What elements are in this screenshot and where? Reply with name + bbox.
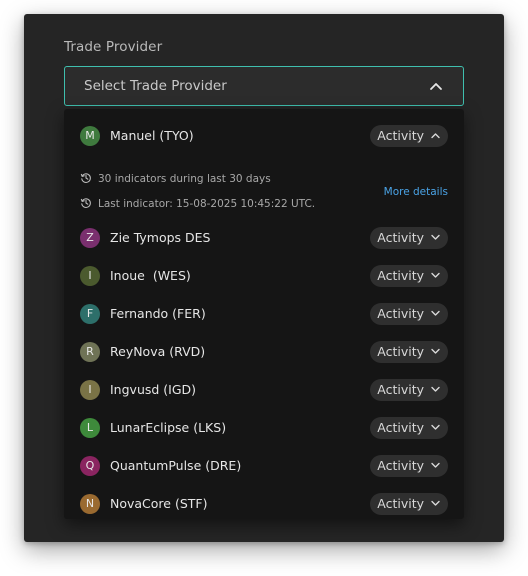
activity-toggle-button[interactable]: Activity [370, 265, 448, 287]
last-indicator-text: Last indicator: 15-08-2025 10:45:22 UTC. [98, 198, 316, 210]
history-icon [80, 173, 91, 183]
provider-dropdown: M Manuel (TYO) Activity 30 indicators du… [64, 109, 464, 519]
provider-name: Inoue (WES) [110, 268, 191, 283]
provider-name: LunarEclipse (LKS) [110, 420, 227, 435]
chevron-down-icon [431, 462, 440, 468]
indicators-text: 30 indicators during last 30 days [98, 173, 271, 185]
avatar: N [80, 494, 100, 514]
provider-name: Manuel (TYO) [110, 128, 194, 143]
activity-label: Activity [377, 458, 424, 473]
avatar: R [80, 342, 100, 362]
avatar: F [80, 304, 100, 324]
activity-label: Activity [377, 306, 424, 321]
chevron-up-icon [431, 133, 440, 139]
chevron-down-icon [431, 272, 440, 278]
select-placeholder: Select Trade Provider [84, 78, 227, 94]
activity-toggle-button[interactable]: Activity [370, 125, 448, 147]
activity-label: Activity [377, 268, 424, 283]
avatar: Q [80, 456, 100, 476]
provider-name: ReyNova (RVD) [110, 344, 206, 359]
avatar: Z [80, 228, 100, 248]
provider-name: NovaCore (STF) [110, 496, 208, 511]
provider-row[interactable]: Z Zie Tymops DES Activity [64, 220, 464, 258]
field-label: Trade Provider [64, 39, 163, 55]
chevron-up-icon [430, 83, 442, 90]
activity-label: Activity [377, 382, 424, 397]
activity-label: Activity [377, 496, 424, 511]
last-indicator-line: Last indicator: 15-08-2025 10:45:22 UTC. [80, 197, 315, 210]
more-details-link[interactable]: More details [384, 186, 448, 198]
avatar: M [80, 126, 100, 146]
chevron-down-icon [431, 386, 440, 392]
provider-row[interactable]: N NovaCore (STF) Activity [64, 486, 464, 519]
provider-row[interactable]: Q QuantumPulse (DRE) Activity [64, 448, 464, 486]
activity-toggle-button[interactable]: Activity [370, 417, 448, 439]
provider-name: Zie Tymops DES [110, 230, 211, 245]
provider-name: Fernando (FER) [110, 306, 206, 321]
activity-toggle-button[interactable]: Activity [370, 227, 448, 249]
activity-label: Activity [377, 128, 424, 143]
provider-row[interactable]: I Inoue (WES) Activity [64, 258, 464, 296]
provider-name: QuantumPulse (DRE) [110, 458, 242, 473]
avatar: I [80, 380, 100, 400]
indicators-count-line: 30 indicators during last 30 days [80, 172, 271, 185]
activity-label: Activity [377, 344, 424, 359]
activity-label: Activity [377, 420, 424, 435]
provider-row[interactable]: I Ingvusd (IGD) Activity [64, 372, 464, 410]
activity-toggle-button[interactable]: Activity [370, 341, 448, 363]
provider-row-expanded[interactable]: M Manuel (TYO) Activity [64, 118, 464, 156]
activity-toggle-button[interactable]: Activity [370, 303, 448, 325]
chevron-down-icon [431, 310, 440, 316]
chevron-down-icon [431, 348, 440, 354]
provider-name: Ingvusd (IGD) [110, 382, 197, 397]
avatar: I [80, 266, 100, 286]
avatar: L [80, 418, 100, 438]
history-icon [80, 198, 91, 208]
trade-provider-select[interactable]: Select Trade Provider [64, 66, 464, 106]
chevron-down-icon [431, 424, 440, 430]
activity-label: Activity [377, 230, 424, 245]
provider-row[interactable]: L LunarEclipse (LKS) Activity [64, 410, 464, 448]
activity-toggle-button[interactable]: Activity [370, 379, 448, 401]
activity-toggle-button[interactable]: Activity [370, 455, 448, 477]
provider-row[interactable]: R ReyNova (RVD) Activity [64, 334, 464, 372]
chevron-down-icon [431, 500, 440, 506]
chevron-down-icon [431, 234, 440, 240]
activity-toggle-button[interactable]: Activity [370, 493, 448, 515]
provider-row[interactable]: F Fernando (FER) Activity [64, 296, 464, 334]
trade-provider-card: Trade Provider Select Trade Provider M M… [24, 14, 504, 542]
